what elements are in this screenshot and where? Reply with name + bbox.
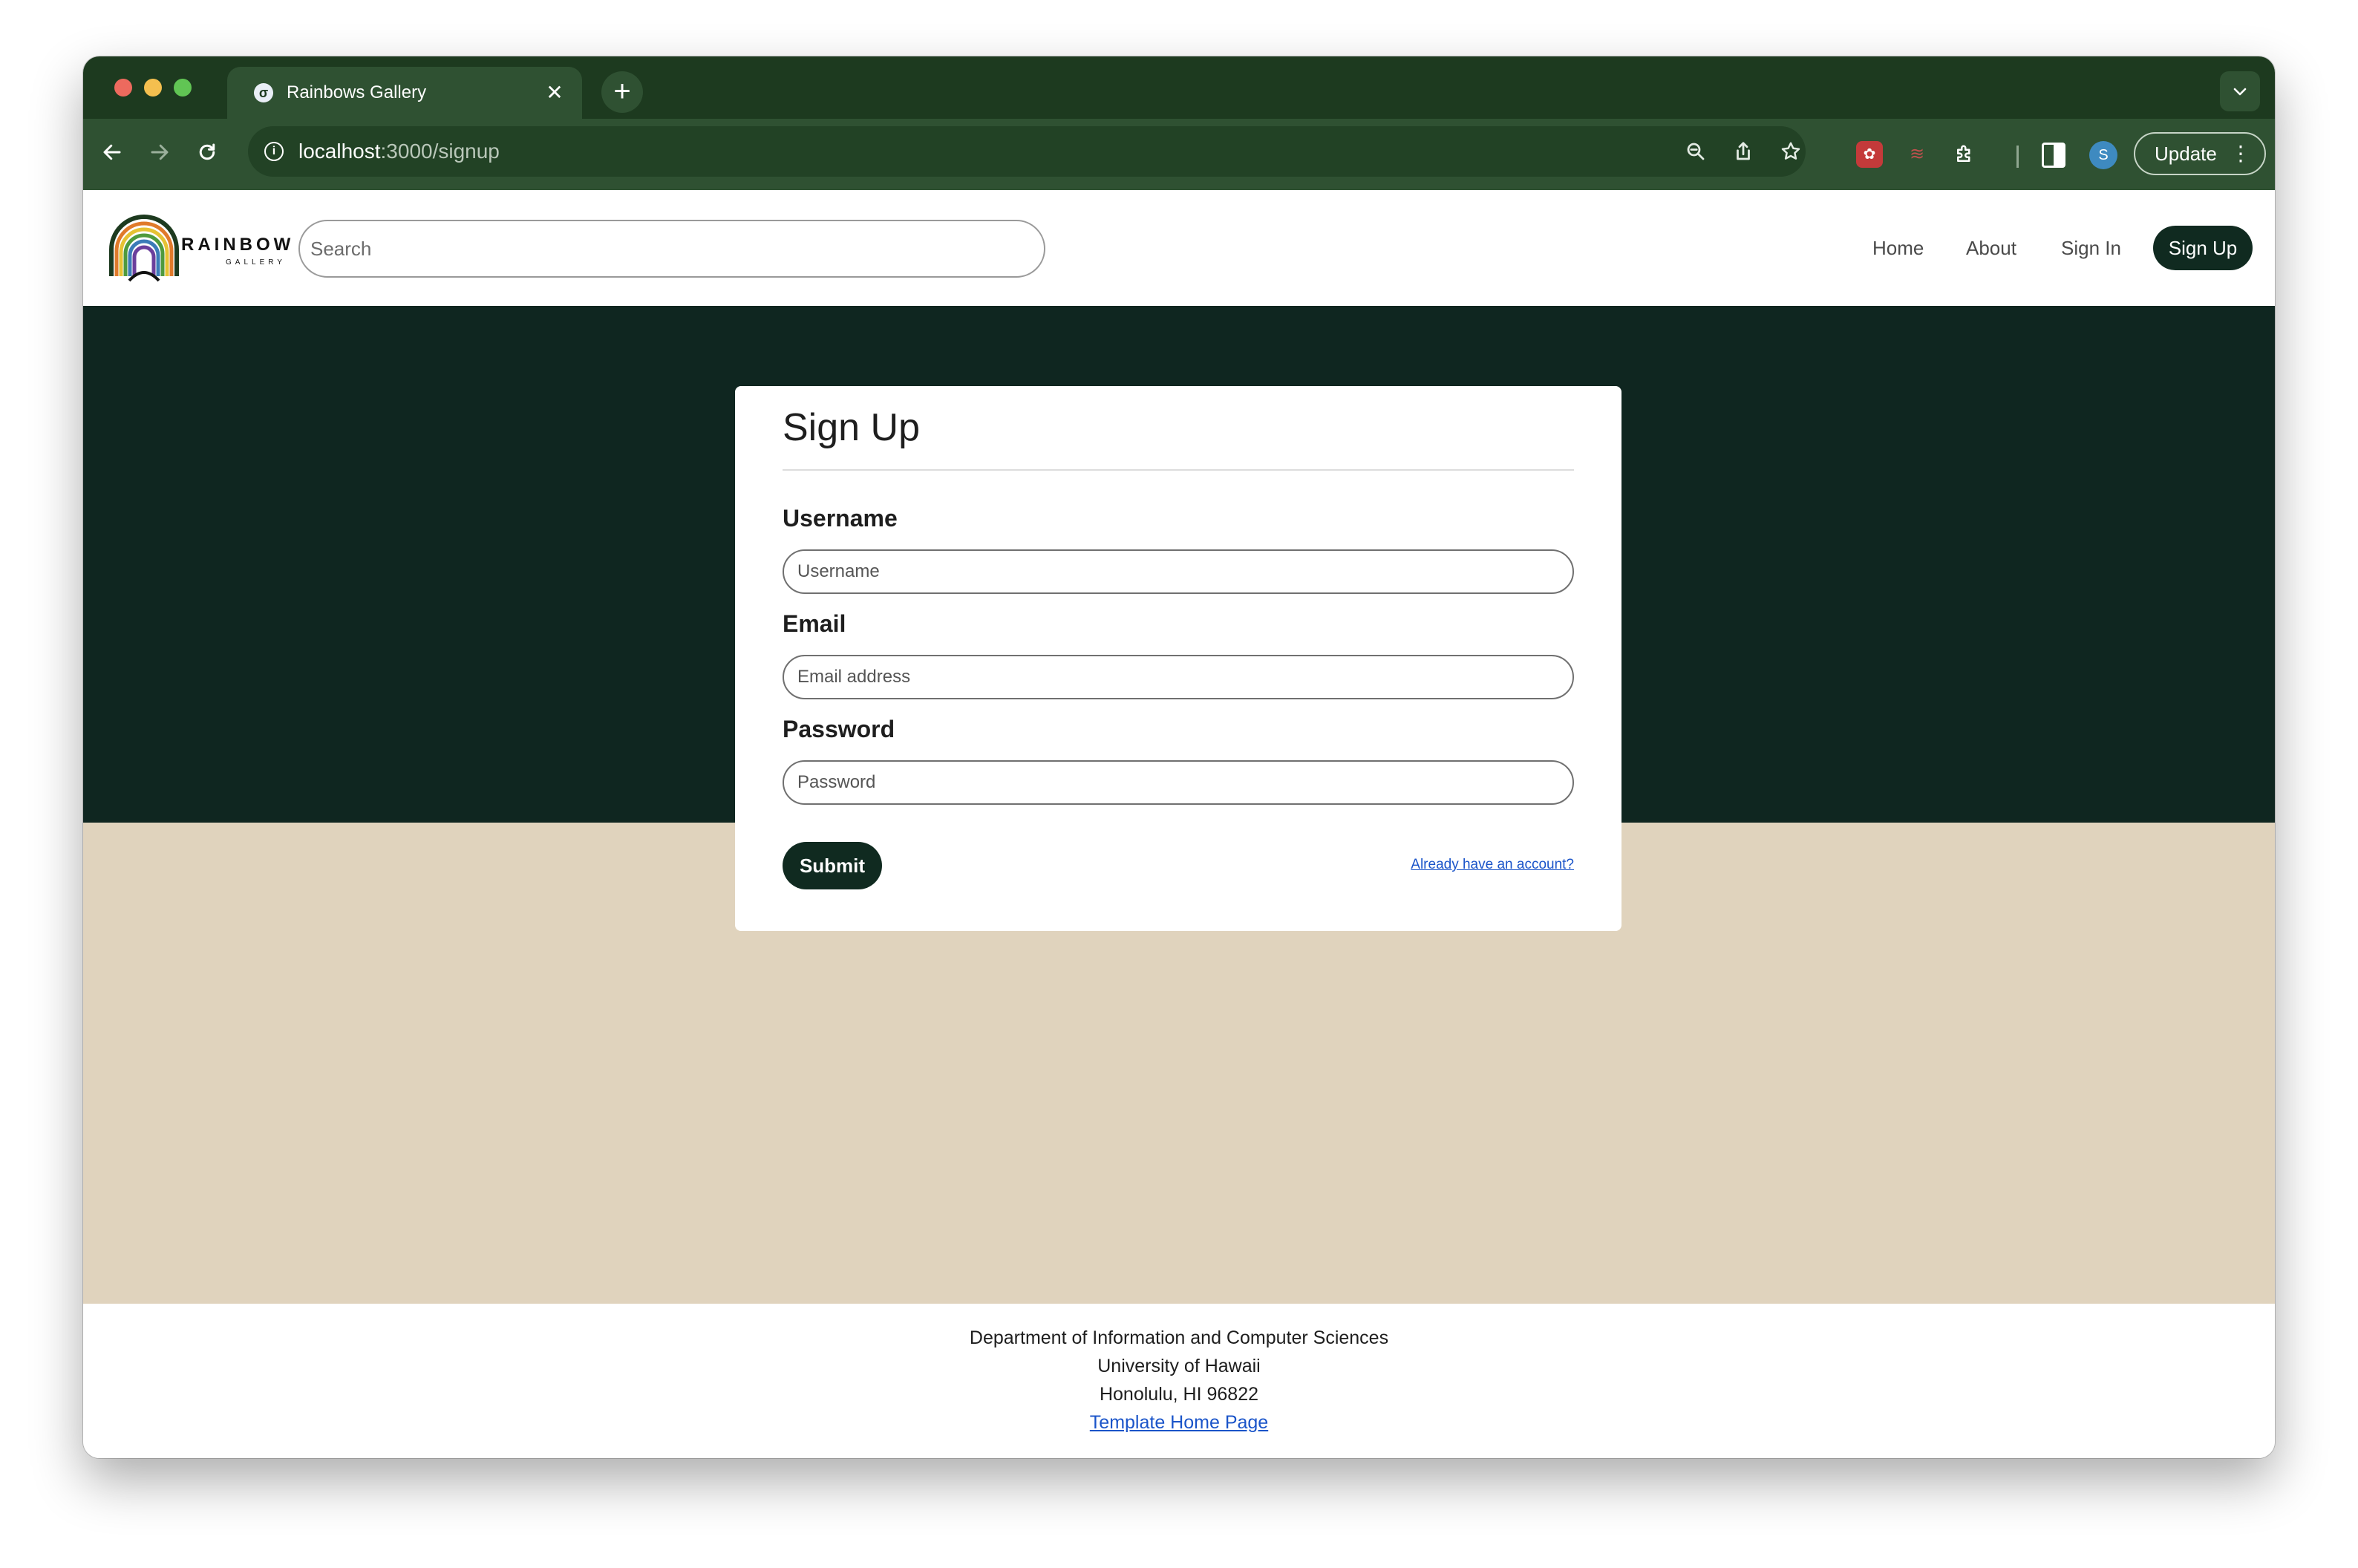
- footer-university: University of Hawaii: [1097, 1356, 1261, 1376]
- reload-icon[interactable]: [189, 134, 226, 171]
- maximize-window-button[interactable]: [174, 79, 192, 97]
- page-title: Sign Up: [783, 406, 920, 449]
- share-icon[interactable]: [1728, 137, 1758, 166]
- footer-address: Honolulu, HI 96822: [1099, 1384, 1259, 1405]
- update-label: Update: [2155, 143, 2217, 165]
- tab-strip: σ Rainbows Gallery ✕ +: [83, 56, 2275, 119]
- nav-link-sign-in[interactable]: Sign In: [2061, 236, 2121, 260]
- browser-tab[interactable]: σ Rainbows Gallery ✕: [227, 67, 582, 119]
- puzzle-icon[interactable]: [1951, 141, 1978, 168]
- toolbar-divider: [2016, 146, 2019, 168]
- password-label: Password: [783, 716, 895, 742]
- already-have-account-link[interactable]: Already have an account?: [1255, 857, 1574, 873]
- forward-arrow-icon[interactable]: [141, 134, 178, 171]
- nav-sign-up-button[interactable]: Sign Up: [2153, 226, 2253, 270]
- extension-icon[interactable]: ✿: [1856, 141, 1883, 168]
- footer-link-row: Template Home Page: [83, 1411, 2275, 1434]
- logo-text: RAINBOW: [181, 235, 295, 255]
- tab-title: Rainbows Gallery: [287, 82, 427, 102]
- kebab-menu-icon[interactable]: ⋮: [2230, 134, 2251, 174]
- tab-list-chevron-icon[interactable]: [2220, 71, 2260, 111]
- zoom-icon[interactable]: [1681, 137, 1711, 166]
- bookmark-star-icon[interactable]: [1776, 137, 1806, 166]
- address-bar[interactable]: i localhost:3000/signup: [248, 126, 1806, 177]
- close-tab-icon[interactable]: ✕: [542, 79, 567, 107]
- minimize-window-button[interactable]: [144, 79, 162, 97]
- site-navbar: RAINBOW GALLERY Home About Sign In Sign …: [83, 190, 2275, 306]
- side-panel-icon[interactable]: [2042, 143, 2065, 168]
- title-divider: [783, 469, 1574, 471]
- username-label: Username: [783, 505, 898, 532]
- new-tab-button[interactable]: +: [601, 71, 643, 113]
- signup-card: Sign Up Username Email Password Submit A…: [735, 386, 1621, 931]
- footer-department: Department of Information and Computer S…: [969, 1327, 1389, 1348]
- password-field[interactable]: [783, 760, 1574, 805]
- rainbow-logo-icon: [109, 215, 179, 282]
- profile-avatar[interactable]: S: [2089, 141, 2117, 169]
- close-window-button[interactable]: [114, 79, 132, 97]
- nav-link-about[interactable]: About: [1966, 236, 2016, 260]
- template-home-link[interactable]: Template Home Page: [1090, 1412, 1268, 1433]
- browser-toolbar: i localhost:3000/signup ✿ ≋ S Update ⋮: [83, 119, 2275, 190]
- username-field[interactable]: [783, 549, 1574, 594]
- browser-window: σ Rainbows Gallery ✕ + i localhost:3000/…: [83, 56, 2275, 1458]
- site-info-icon[interactable]: i: [264, 142, 284, 161]
- search-input[interactable]: [298, 220, 1045, 278]
- favicon-icon: σ: [254, 83, 273, 102]
- url-text[interactable]: localhost:3000/signup: [298, 140, 500, 163]
- submit-button[interactable]: Submit: [783, 842, 882, 889]
- email-label: Email: [783, 610, 846, 637]
- nav-link-home[interactable]: Home: [1872, 236, 1924, 260]
- extension-icon[interactable]: ≋: [1904, 141, 1930, 168]
- site-logo[interactable]: RAINBOW GALLERY: [107, 212, 290, 284]
- back-arrow-icon[interactable]: [94, 134, 131, 171]
- logo-subtext: GALLERY: [226, 258, 286, 267]
- update-button[interactable]: Update ⋮: [2134, 132, 2266, 175]
- email-field[interactable]: [783, 655, 1574, 699]
- site-footer: Department of Information and Computer S…: [83, 1304, 2275, 1458]
